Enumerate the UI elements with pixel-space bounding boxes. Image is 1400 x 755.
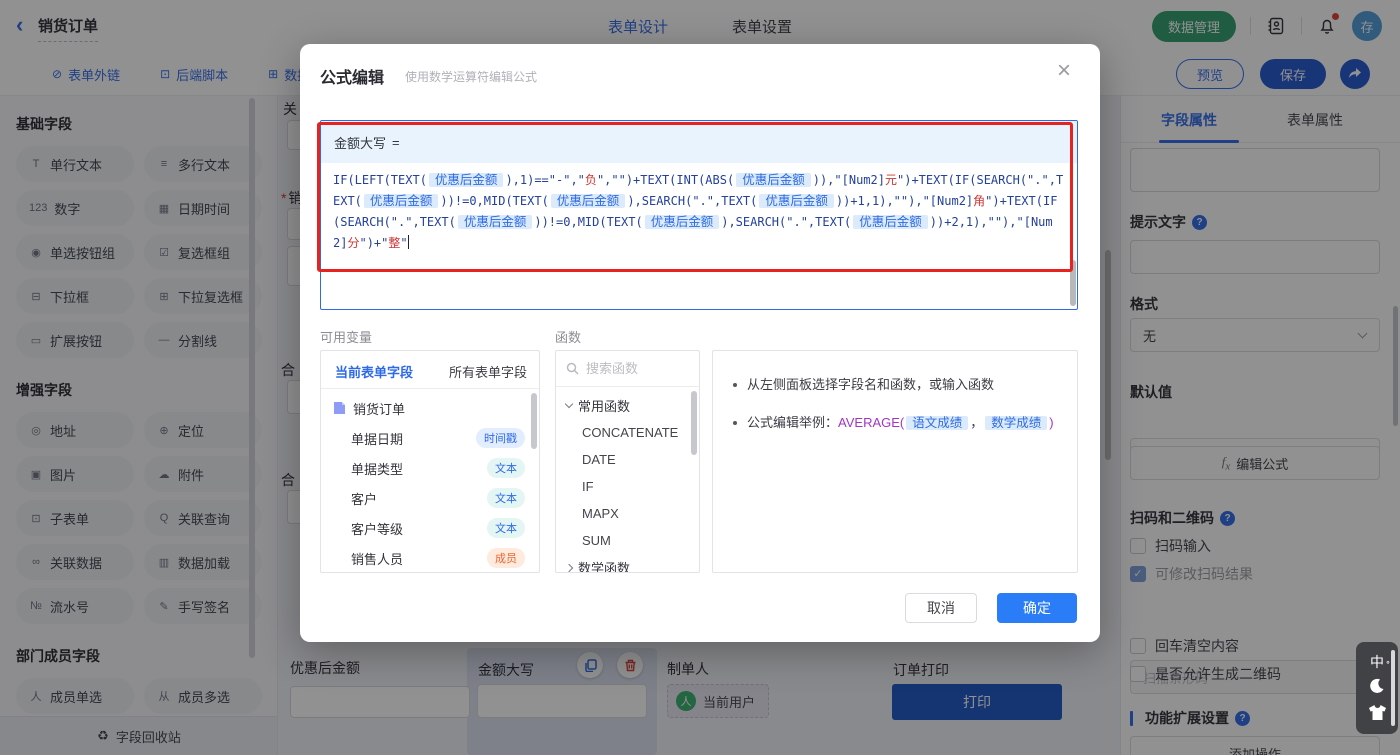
function-item[interactable]: DATE (556, 446, 699, 473)
formula-text: )),"[Num2] (812, 173, 885, 187)
chevron-down-icon (564, 399, 574, 409)
variables-scrollbar[interactable] (531, 393, 537, 449)
field-token: 优惠后金额 (736, 173, 811, 187)
tab-all-form-fields[interactable]: 所有表单字段 (449, 362, 527, 381)
function-group[interactable]: 常用函数 (556, 392, 699, 419)
help-line: 从左侧面板选择字段名和函数，或输入函数 (733, 375, 1057, 395)
example-field-token: 数学成绩 (985, 416, 1048, 430)
field-type-badge: 成员 (487, 548, 525, 568)
function-search (556, 351, 699, 387)
function-item[interactable]: CONCATENATE (556, 419, 699, 446)
formula-text: ))+1,1),""),"[Num2] (835, 194, 974, 208)
formula-target: 金额大写 = (321, 121, 1077, 163)
variables-tabs: 当前表单字段 所有表单字段 (321, 351, 539, 389)
formula-text: ),SEARCH(".",TEXT( (721, 215, 852, 229)
formula-text: ")+" (359, 236, 389, 250)
variable-row[interactable]: 销售人员 成员 (321, 543, 539, 572)
formula-text: ),SEARCH(".",TEXT( (627, 194, 758, 208)
variable-name: 客户等级 (351, 521, 404, 537)
variables-list: 销货订单 单据日期时间戳单据类型文本客户文本客户等级文本销售人员成员客户地址文本 (321, 389, 539, 572)
variable-row[interactable]: 单据日期 时间戳 (321, 423, 539, 453)
field-type-badge: 文本 (487, 518, 525, 538)
variables-root[interactable]: 销货订单 (321, 393, 539, 423)
formula-text: ))!=0,MID(TEXT( (534, 215, 643, 229)
functions-scrollbar[interactable] (691, 391, 697, 455)
variable-row[interactable]: 客户等级 文本 (321, 513, 539, 543)
formula-text: ),1)=="-"," (505, 173, 585, 187)
example-field-token: 语文成绩 (906, 416, 969, 430)
chevron-right-icon (564, 563, 574, 572)
formula-text: 整 (388, 236, 401, 250)
function-search-input[interactable] (586, 361, 686, 376)
text-cursor (407, 235, 410, 249)
formula-content: IF(LEFT(TEXT(优惠后金额),1)=="-","负","")+TEXT… (321, 163, 1077, 254)
variables-label: 可用变量 (320, 330, 373, 345)
bullet (733, 421, 737, 425)
tab-current-form-fields[interactable]: 当前表单字段 (335, 362, 413, 381)
formula-scrollbar[interactable] (1070, 260, 1076, 306)
function-group-label: 数学函数 (578, 561, 631, 573)
function-item[interactable]: MAPX (556, 500, 699, 527)
variable-name: 销售人员 (351, 551, 404, 567)
function-item[interactable]: IF (556, 473, 699, 500)
theme-shirt-icon[interactable] (1368, 704, 1386, 722)
function-group-label: 常用函数 (578, 399, 631, 414)
formula-text: " (400, 236, 408, 250)
functions-list: 常用函数CONCATENATEDATEIFMAPXSUM数学函数文本函数 (556, 387, 699, 573)
functions-label: 函数 (555, 330, 582, 345)
modal-subtitle: 使用数学运算符编辑公式 (405, 70, 538, 84)
dark-mode-moon-icon[interactable] (1369, 678, 1385, 696)
function-group[interactable]: 数学函数 (556, 554, 699, 573)
field-type-badge: 文本 (487, 488, 525, 508)
formula-text: 负 (584, 173, 597, 187)
close-icon[interactable]: × (1051, 57, 1077, 84)
formula-text: 分 (347, 236, 360, 250)
formula-text: IF(LEFT(TEXT( (333, 173, 427, 187)
field-token: 优惠后金额 (550, 194, 626, 208)
form-doc-icon (334, 402, 345, 414)
variable-row[interactable]: 客户 文本 (321, 483, 539, 513)
formula-editor-modal: 公式编辑 使用数学运算符编辑公式 × 金额大写 = IF(LEFT(TEXT(优… (300, 44, 1100, 642)
search-icon (566, 362, 579, 375)
formula-text: ","")+TEXT(INT(ABS( (596, 173, 735, 187)
formula-editor[interactable]: 金额大写 = IF(LEFT(TEXT(优惠后金额),1)=="-","负","… (320, 120, 1078, 310)
modal-title: 公式编辑 (320, 70, 385, 87)
function-item[interactable]: SUM (556, 527, 699, 554)
field-token: 优惠后金额 (457, 215, 533, 229)
variable-name: 单据类型 (351, 461, 404, 477)
formula-text: ))!=0,MID(TEXT( (440, 194, 549, 208)
help-example-line: 公式编辑举例：AVERAGE(语文成绩，数学成绩) (733, 413, 1057, 433)
field-token: 优惠后金额 (644, 215, 720, 229)
field-token: 优惠后金额 (853, 215, 928, 229)
example-separator: ， (970, 415, 984, 430)
cancel-button[interactable]: 取消 (905, 593, 977, 623)
field-token: 优惠后金额 (428, 173, 504, 187)
formula-text: 元 (884, 173, 897, 187)
field-type-badge: 文本 (487, 458, 525, 478)
bullet (733, 383, 737, 387)
functions-panel: 常用函数CONCATENATEDATEIFMAPXSUM数学函数文本函数 (555, 350, 700, 573)
language-toggle-icon[interactable]: 中 (1370, 655, 1390, 673)
formula-text: 角 (973, 194, 986, 208)
variable-name: 客户 (351, 491, 378, 507)
variable-name: 单据日期 (351, 431, 404, 447)
field-token: 优惠后金额 (759, 194, 834, 208)
variables-panel: 当前表单字段 所有表单字段 销货订单 单据日期 时间戳 单据类型 文本 客户 文本 客户等级… (320, 350, 540, 573)
confirm-button[interactable]: 确定 (997, 593, 1077, 623)
widget-scrollbar[interactable] (1391, 650, 1395, 726)
formula-help-panel: 从左侧面板选择字段名和函数，或输入函数 公式编辑举例：AVERAGE(语文成绩，… (712, 350, 1078, 573)
field-type-badge: 时间戳 (476, 428, 525, 448)
field-token: 优惠后金额 (363, 194, 439, 208)
variable-row[interactable]: 单据类型 文本 (321, 453, 539, 483)
